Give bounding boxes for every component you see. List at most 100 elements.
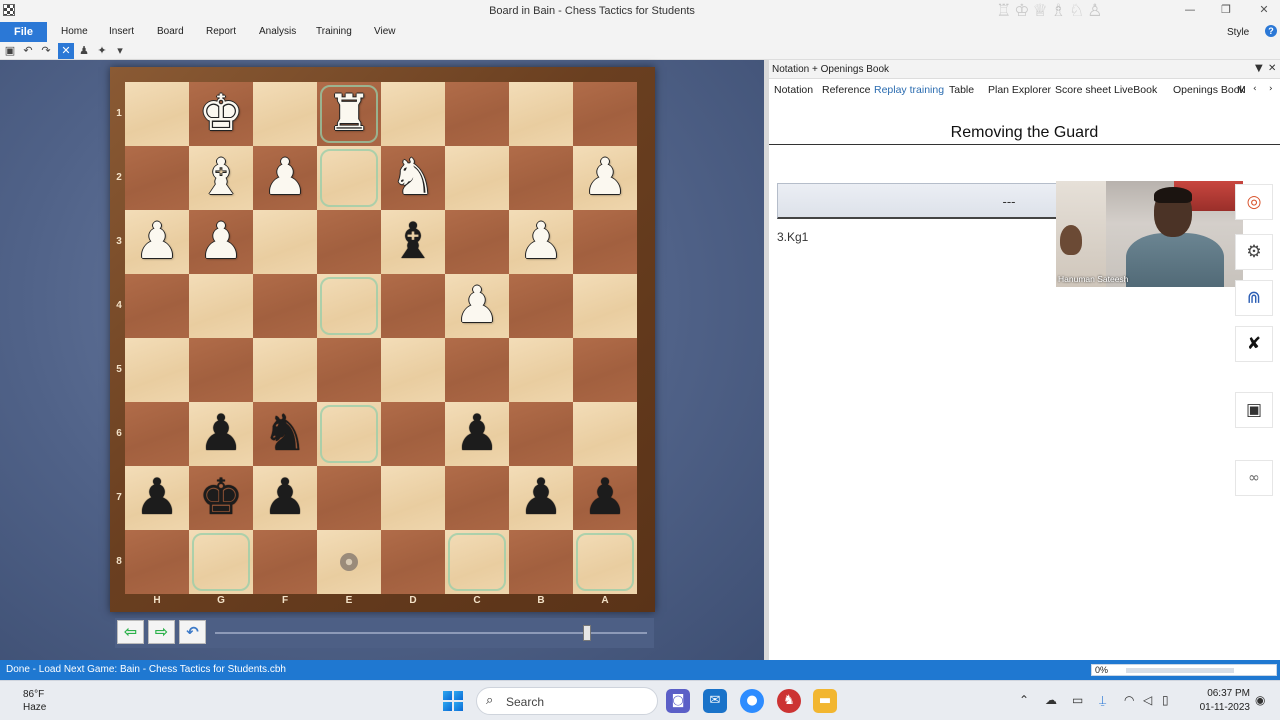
square-c3[interactable] — [445, 210, 509, 274]
square-g8[interactable] — [189, 530, 253, 594]
square-e5[interactable] — [317, 338, 381, 402]
square-g1[interactable]: ♚ — [189, 82, 253, 146]
tab-plan-explorer[interactable]: Plan Explorer — [988, 84, 1051, 96]
tab-file[interactable]: File — [0, 22, 47, 42]
square-e4[interactable] — [317, 274, 381, 338]
save-icon[interactable]: ▣ — [2, 43, 18, 59]
square-f2[interactable]: ♟ — [253, 146, 317, 210]
black-pawn-icon[interactable]: ♟ — [189, 402, 253, 466]
square-f1[interactable] — [253, 82, 317, 146]
save-disk-icon[interactable]: ▣ — [1235, 392, 1273, 428]
tabs-scroll-left-icon[interactable]: ‹ — [1253, 84, 1257, 94]
black-knight-icon[interactable]: ♞ — [253, 402, 317, 466]
volume-icon[interactable]: ◁ — [1143, 693, 1152, 707]
white-rook-icon[interactable]: ♜ — [321, 82, 377, 146]
black-king-icon[interactable]: ♚ — [189, 466, 253, 530]
square-g2[interactable]: ♝ — [189, 146, 253, 210]
square-b2[interactable] — [509, 146, 573, 210]
tab-openings-book[interactable]: Openings Book — [1173, 84, 1245, 96]
square-e2[interactable] — [317, 146, 381, 210]
microphone-icon[interactable]: ⍊ — [1099, 693, 1106, 708]
black-pawn-icon[interactable]: ♟ — [573, 466, 637, 530]
square-a1[interactable] — [573, 82, 637, 146]
square-f8[interactable] — [253, 530, 317, 594]
tab-replay-training[interactable]: Replay training — [874, 84, 944, 96]
square-f3[interactable] — [253, 210, 317, 274]
tab-reference[interactable]: Reference — [822, 84, 870, 96]
square-g4[interactable] — [189, 274, 253, 338]
tab-home[interactable]: Home — [61, 26, 88, 37]
minimize-icon[interactable]: — — [1180, 3, 1200, 16]
tab-training[interactable]: Training — [316, 26, 352, 37]
square-h5[interactable] — [125, 338, 189, 402]
tab-table[interactable]: Table — [949, 84, 974, 96]
white-pawn-icon[interactable]: ♟ — [509, 210, 573, 274]
close-icon[interactable]: ✕ — [1254, 3, 1274, 16]
gears-icon[interactable]: ⚙ — [1235, 234, 1273, 270]
square-d4[interactable] — [381, 274, 445, 338]
glasses-icon[interactable]: ∞ — [1235, 460, 1273, 496]
wifi-icon[interactable]: ◠ — [1124, 693, 1134, 707]
taskbar-search[interactable]: ⌕ Search — [476, 687, 658, 715]
square-g7[interactable]: ♚ — [189, 466, 253, 530]
square-b1[interactable] — [509, 82, 573, 146]
square-h4[interactable] — [125, 274, 189, 338]
tab-score-sheet[interactable]: Score sheet — [1055, 84, 1111, 96]
black-pawn-icon[interactable]: ♟ — [125, 466, 189, 530]
pane-close-icon[interactable]: ✕ — [1268, 63, 1276, 74]
square-a3[interactable] — [573, 210, 637, 274]
pen-cross-icon[interactable]: ✘ — [1235, 326, 1273, 362]
forward-button[interactable]: ⇨ — [148, 620, 175, 644]
file-explorer-icon[interactable]: ▬ — [813, 689, 837, 713]
square-b8[interactable] — [509, 530, 573, 594]
square-b3[interactable]: ♟ — [509, 210, 573, 274]
square-d6[interactable] — [381, 402, 445, 466]
tab-board[interactable]: Board — [157, 26, 184, 37]
black-pawn-icon[interactable]: ♟ — [253, 466, 317, 530]
black-pawn-icon[interactable]: ♟ — [445, 402, 509, 466]
square-c8[interactable] — [445, 530, 509, 594]
magnet-icon[interactable]: ⋒ — [1235, 280, 1273, 316]
board-grid[interactable]: ♚ ♜ ♝ ♟ ♞ ♟ ♟ ♟ ♝ ♟ ♟ ♟ ♞ ♟ ♟ ♚ ♟ ♟ ♟ — [125, 82, 637, 594]
pawn-tool-icon[interactable]: ♟ — [76, 43, 92, 59]
takeback-button[interactable]: ↶ — [179, 620, 206, 644]
white-pawn-icon[interactable]: ♟ — [125, 210, 189, 274]
tab-insert[interactable]: Insert — [109, 26, 134, 37]
white-knight-icon[interactable]: ♞ — [381, 146, 445, 210]
white-pawn-icon[interactable]: ♟ — [445, 274, 509, 338]
tab-report[interactable]: Report — [206, 26, 236, 37]
help-icon[interactable]: ? — [1265, 25, 1277, 37]
white-pawn-icon[interactable]: ♟ — [573, 146, 637, 210]
weather-temperature[interactable]: 86°F — [23, 689, 44, 700]
square-b7[interactable]: ♟ — [509, 466, 573, 530]
start-button[interactable] — [443, 691, 463, 711]
video-overlay[interactable]: Hanuman Sateesh — [1056, 181, 1243, 287]
square-a6[interactable] — [573, 402, 637, 466]
square-a5[interactable] — [573, 338, 637, 402]
square-e8[interactable] — [317, 530, 381, 594]
square-c6[interactable]: ♟ — [445, 402, 509, 466]
square-a8[interactable] — [573, 530, 637, 594]
battery-icon[interactable]: ▯ — [1162, 693, 1169, 707]
square-c7[interactable] — [445, 466, 509, 530]
tabs-scroll-right-icon[interactable]: › — [1269, 84, 1273, 94]
tab-notation[interactable]: Notation — [774, 84, 813, 96]
move-notation[interactable]: 3.Kg1 — [777, 230, 808, 244]
lifebuoy-icon[interactable]: ◎ — [1235, 184, 1273, 220]
square-d2[interactable]: ♞ — [381, 146, 445, 210]
square-d8[interactable] — [381, 530, 445, 594]
white-pawn-icon[interactable]: ♟ — [189, 210, 253, 274]
pane-menu-icon[interactable]: ▼ — [1255, 63, 1263, 74]
redo-icon[interactable]: ↷ — [38, 43, 54, 59]
light-tool-icon[interactable]: ✦ — [94, 43, 110, 59]
square-c2[interactable] — [445, 146, 509, 210]
square-e6[interactable] — [317, 402, 381, 466]
square-e7[interactable] — [317, 466, 381, 530]
square-h1[interactable] — [125, 82, 189, 146]
cast-icon[interactable]: ▭ — [1072, 693, 1083, 707]
square-b4[interactable] — [509, 274, 573, 338]
tab-more[interactable]: M — [1237, 84, 1246, 96]
square-b5[interactable] — [509, 338, 573, 402]
square-f4[interactable] — [253, 274, 317, 338]
mail-app-icon[interactable]: ✉ — [703, 689, 727, 713]
